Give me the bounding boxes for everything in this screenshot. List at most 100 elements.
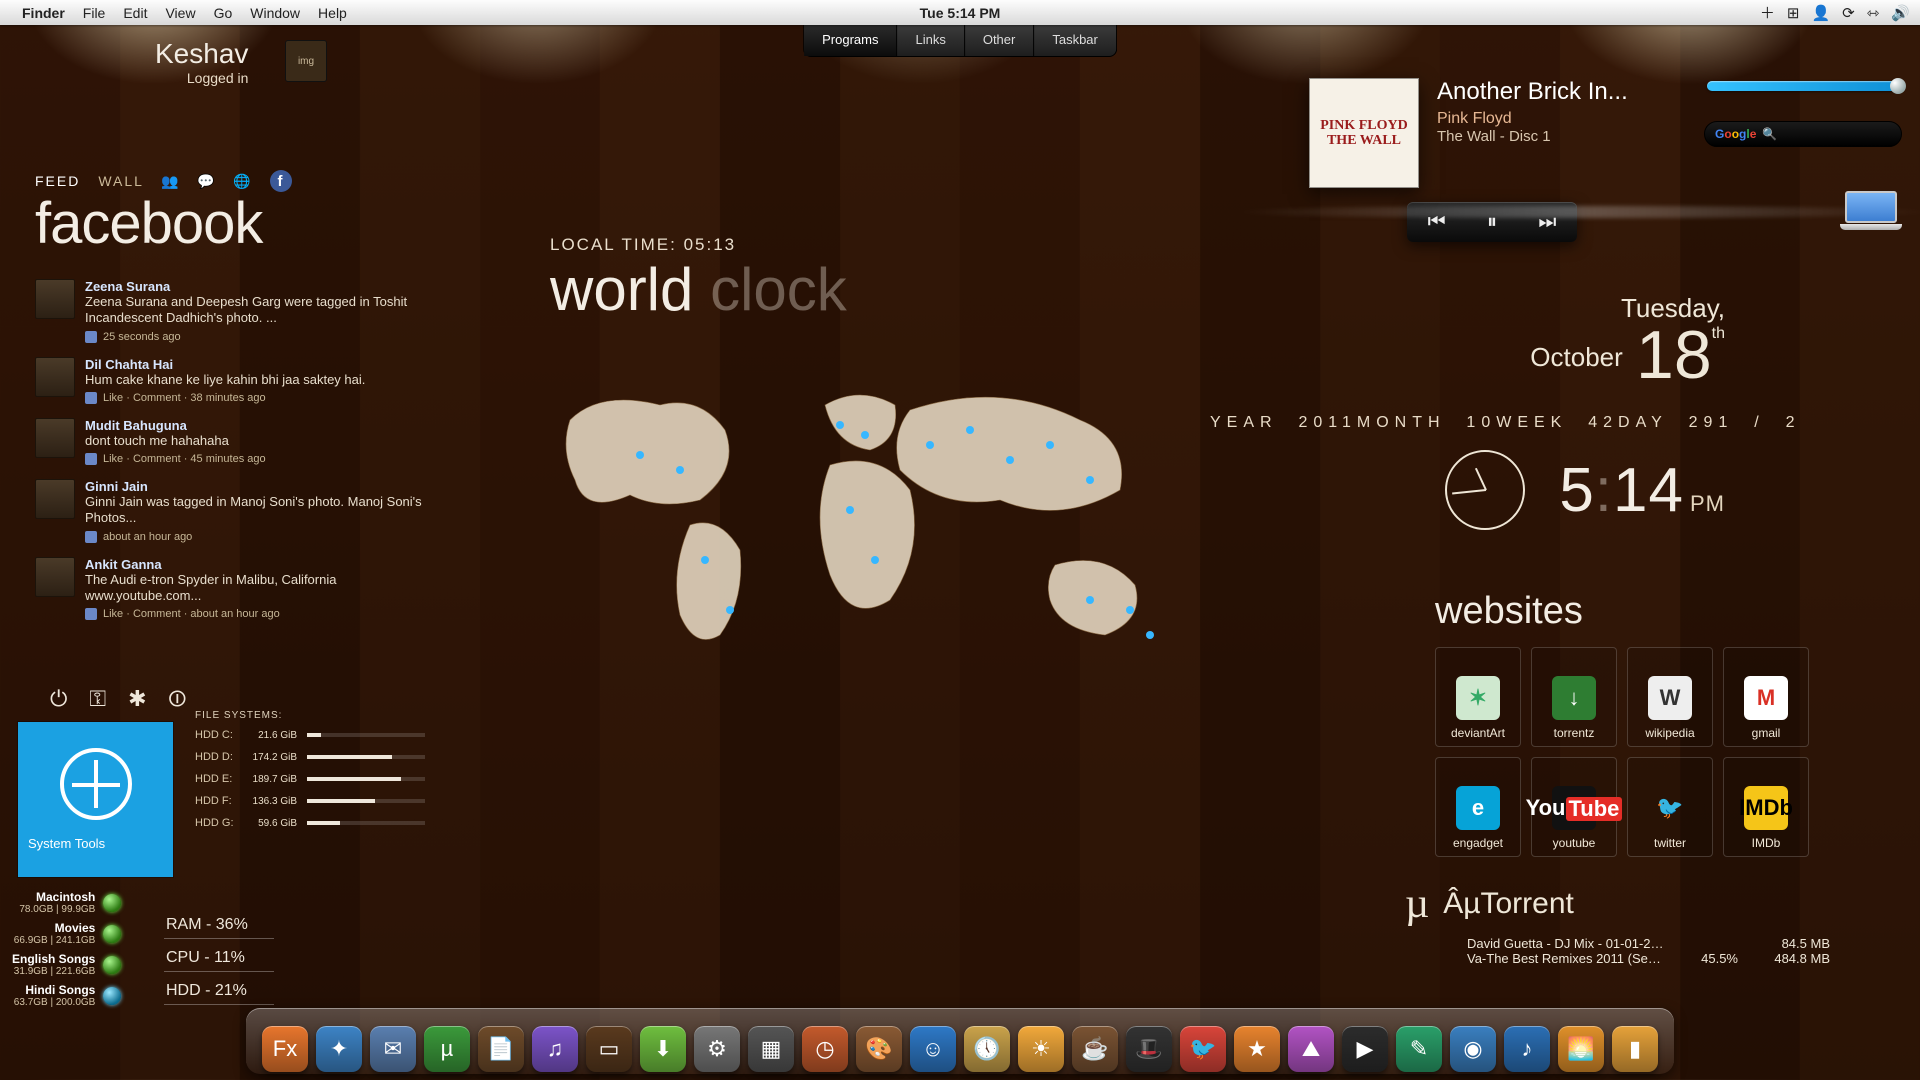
like-icon[interactable] bbox=[85, 608, 97, 620]
fs-row: HDD F: 136.3 GiB bbox=[195, 795, 425, 807]
tab-links[interactable]: Links bbox=[897, 25, 964, 56]
google-search-input[interactable] bbox=[1783, 127, 1920, 141]
dock-disc-icon[interactable]: ◉ bbox=[1450, 1026, 1496, 1072]
website-tile-imdb[interactable]: IMDb IMDb bbox=[1723, 757, 1809, 857]
menubar-clock: Tue 5:14 PM bbox=[920, 5, 1001, 21]
website-label: IMDb bbox=[1752, 836, 1781, 850]
dock-finder-icon[interactable]: ☺ bbox=[910, 1026, 956, 1072]
fb-avatar bbox=[35, 279, 75, 319]
dock-box-icon[interactable]: ▭ bbox=[586, 1026, 632, 1072]
date-suffix: th bbox=[1712, 325, 1725, 342]
user-avatar[interactable]: img bbox=[285, 40, 327, 82]
menu-edit[interactable]: Edit bbox=[123, 5, 147, 21]
google-search-box[interactable]: Google 🔍 bbox=[1704, 121, 1902, 147]
dock-ipod-icon[interactable]: ▮ bbox=[1612, 1026, 1658, 1072]
website-tile-torrentz[interactable]: ↓ torrentz bbox=[1531, 647, 1617, 747]
website-tile-eng[interactable]: e engadget bbox=[1435, 757, 1521, 857]
like-icon[interactable] bbox=[85, 392, 97, 404]
website-tile-yt[interactable]: YouTube youtube bbox=[1531, 757, 1617, 857]
track-album: The Wall - Disc 1 bbox=[1437, 128, 1628, 145]
dock-game-icon[interactable]: ★ bbox=[1234, 1026, 1280, 1072]
website-tile-gmail[interactable]: M gmail bbox=[1723, 647, 1809, 747]
dock-tophat-icon[interactable]: 🎩 bbox=[1126, 1026, 1172, 1072]
volume-knob[interactable] bbox=[1890, 78, 1906, 94]
laptop-icon[interactable] bbox=[1840, 191, 1902, 233]
drive-item[interactable]: Movies 66.9GB | 241.1GB bbox=[12, 921, 121, 946]
dock-clock2-icon[interactable]: 🕔 bbox=[964, 1026, 1010, 1072]
shutdown-icon[interactable]: ⏼ bbox=[169, 686, 186, 712]
dock-itunes-icon[interactable]: ♫ bbox=[532, 1026, 578, 1072]
like-icon[interactable] bbox=[85, 453, 97, 465]
dock-player-icon[interactable]: ▶ bbox=[1342, 1026, 1388, 1072]
dock-palette-icon[interactable]: 🎨 bbox=[856, 1026, 902, 1072]
dock-mail-icon[interactable]: ✉ bbox=[370, 1026, 416, 1072]
dock-music-icon[interactable]: ♪ bbox=[1504, 1026, 1550, 1072]
fs-value: 136.3 GiB bbox=[247, 796, 297, 807]
globe-icon[interactable]: 🌐 bbox=[234, 172, 252, 190]
dock-weather-icon[interactable]: ☀ bbox=[1018, 1026, 1064, 1072]
dock-clock-icon[interactable]: ◷ bbox=[802, 1026, 848, 1072]
like-icon[interactable] bbox=[85, 331, 97, 343]
fb-post[interactable]: Dil Chahta Hai Hum cake khane ke liye ka… bbox=[35, 357, 445, 404]
link-icon[interactable]: ⇿ bbox=[1867, 4, 1880, 22]
menubar-app[interactable]: Finder bbox=[22, 5, 65, 21]
album-art[interactable]: PINK FLOYD THE WALL bbox=[1309, 78, 1419, 188]
dock-settings-icon[interactable]: ⚙ bbox=[694, 1026, 740, 1072]
dock-utorrent-icon[interactable]: µ bbox=[424, 1026, 470, 1072]
drive-item[interactable]: Macintosh 78.0GB | 99.9GB bbox=[12, 890, 121, 915]
torrent-row[interactable]: Va-The Best Remixes 2011 (Septe... 45.5%… bbox=[1467, 951, 1830, 966]
plus-icon[interactable]: ＋ bbox=[1760, 2, 1775, 23]
dock-tea-icon[interactable]: ☕ bbox=[1072, 1026, 1118, 1072]
dock-notes-icon[interactable]: 📄 bbox=[478, 1026, 524, 1072]
website-tile-tw[interactable]: 🐦 twitter bbox=[1627, 757, 1713, 857]
like-icon[interactable] bbox=[85, 531, 97, 543]
tab-programs[interactable]: Programs bbox=[804, 25, 897, 56]
torrentz-icon: ↓ bbox=[1552, 676, 1596, 720]
volume-slider[interactable] bbox=[1707, 81, 1902, 91]
gmail-icon: M bbox=[1744, 676, 1788, 720]
friends-icon[interactable]: 👥 bbox=[162, 172, 180, 190]
wiki-icon: W bbox=[1648, 676, 1692, 720]
dock-safari-icon[interactable]: ✦ bbox=[316, 1026, 362, 1072]
tab-other[interactable]: Other bbox=[965, 25, 1035, 56]
fb-post[interactable]: Zeena Surana Zeena Surana and Deepesh Ga… bbox=[35, 279, 445, 343]
website-tile-wiki[interactable]: W wikipedia bbox=[1627, 647, 1713, 747]
menu-help[interactable]: Help bbox=[318, 5, 347, 21]
dock-downloads-icon[interactable]: ⬇ bbox=[640, 1026, 686, 1072]
drive-orb-icon bbox=[103, 987, 121, 1005]
fb-tab-feed[interactable]: FEED bbox=[35, 173, 80, 189]
key-icon[interactable]: ⚿ bbox=[89, 686, 106, 712]
torrent-row[interactable]: David Guetta - DJ Mix - 01-01-2011.... 8… bbox=[1467, 936, 1830, 951]
messages-icon[interactable]: 💬 bbox=[198, 172, 216, 190]
facebook-badge-icon[interactable]: f bbox=[270, 170, 292, 192]
tab-taskbar[interactable]: Taskbar bbox=[1034, 25, 1116, 56]
menu-file[interactable]: File bbox=[83, 5, 106, 21]
dock-angrybirds-icon[interactable]: 🐦 bbox=[1180, 1026, 1226, 1072]
dock-firefox-icon[interactable]: Fx bbox=[262, 1026, 308, 1072]
fb-post[interactable]: Ginni Jain Ginni Jain was tagged in Mano… bbox=[35, 479, 445, 543]
menu-view[interactable]: View bbox=[165, 5, 195, 21]
grid-icon[interactable]: ⊞ bbox=[1787, 4, 1800, 22]
fb-post[interactable]: Mudit Bahuguna dont touch me hahahaha Li… bbox=[35, 418, 445, 465]
drive-item[interactable]: Hindi Songs 63.7GB | 200.0GB bbox=[12, 983, 121, 1008]
dock-editor-icon[interactable]: ✎ bbox=[1396, 1026, 1442, 1072]
website-tile-deviant[interactable]: ✶ deviantArt bbox=[1435, 647, 1521, 747]
fb-avatar bbox=[35, 357, 75, 397]
power-icon[interactable]: ⏻ bbox=[50, 686, 67, 712]
fb-tab-wall[interactable]: WALL bbox=[98, 173, 144, 189]
dock-grid-icon[interactable]: ▦ bbox=[748, 1026, 794, 1072]
website-label: wikipedia bbox=[1645, 726, 1694, 740]
dock-sunset-icon[interactable]: 🌅 bbox=[1558, 1026, 1604, 1072]
user-icon[interactable]: 👤 bbox=[1811, 4, 1830, 22]
system-tools-tile[interactable]: System Tools bbox=[18, 722, 173, 877]
drive-sizes: 63.7GB | 200.0GB bbox=[14, 997, 96, 1008]
drive-item[interactable]: English Songs 31.9GB | 221.6GB bbox=[12, 952, 121, 977]
sync-icon[interactable]: ⟳ bbox=[1842, 4, 1855, 22]
dock-photos-icon[interactable]: ⛰ bbox=[1288, 1026, 1334, 1072]
fb-post[interactable]: Ankit Ganna The Audi e-tron Spyder in Ma… bbox=[35, 557, 445, 621]
volume-icon[interactable]: 🔊 bbox=[1891, 4, 1910, 22]
menu-go[interactable]: Go bbox=[214, 5, 233, 21]
fb-post-text: Zeena Surana and Deepesh Garg were tagge… bbox=[85, 294, 445, 327]
loading-icon[interactable]: ✱ bbox=[128, 686, 146, 712]
menu-window[interactable]: Window bbox=[250, 5, 300, 21]
